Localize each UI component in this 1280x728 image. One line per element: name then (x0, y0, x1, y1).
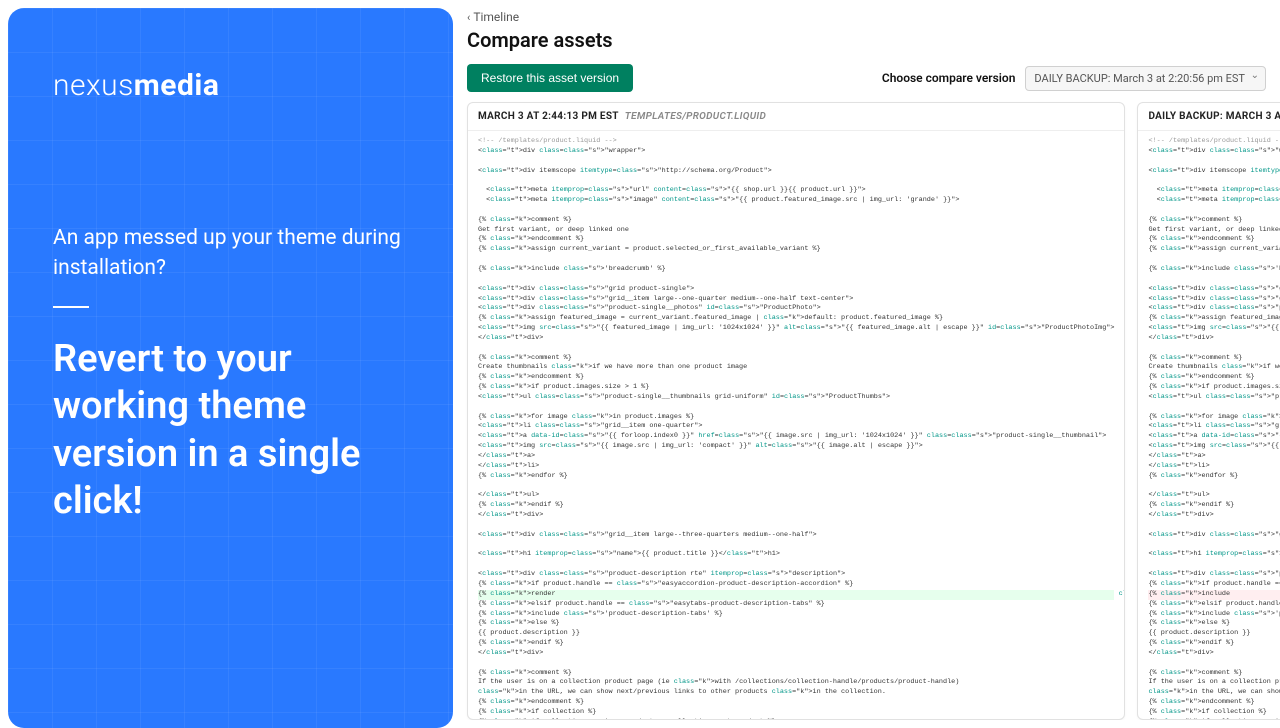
code-right: <!-- /templates/product.liquid --> <clas… (1138, 131, 1280, 719)
toolbar: Restore this asset version Choose compar… (467, 64, 1266, 92)
back-label: Timeline (473, 10, 519, 24)
pane-left-path: TEMPLATES/PRODUCT.LIQUID (625, 111, 766, 122)
pane-left-header: MARCH 3 AT 2:44:13 PM EST TEMPLATES/PROD… (468, 103, 1124, 131)
app-pane: ‹ Timeline Compare assets Restore this a… (461, 0, 1280, 720)
choose-compare-label: Choose compare version (882, 71, 1016, 85)
pane-right: DAILY BACKUP: MARCH 3 AT 2:20:56 PM EST … (1137, 102, 1280, 720)
chevron-left-icon: ‹ (467, 11, 470, 24)
restore-button[interactable]: Restore this asset version (467, 64, 633, 92)
page-title: Compare assets (467, 28, 1266, 52)
promo-subhead: An app messed up your theme during insta… (53, 223, 408, 284)
compare-controls: Choose compare version DAILY BACKUP: Mar… (882, 66, 1266, 91)
back-link[interactable]: ‹ Timeline (467, 10, 1266, 24)
promo-divider (53, 306, 89, 308)
promo-panel: nexusmedia An app messed up your theme d… (8, 8, 453, 728)
pane-left: MARCH 3 AT 2:44:13 PM EST TEMPLATES/PROD… (467, 102, 1125, 720)
code-left: <!-- /templates/product.liquid --> <clas… (468, 131, 1124, 719)
pane-left-timestamp: MARCH 3 AT 2:44:13 PM EST (478, 111, 619, 122)
brand-logo: nexusmedia (53, 68, 408, 103)
promo-headline: Revert to your working theme version in … (53, 336, 408, 526)
pane-right-timestamp: DAILY BACKUP: MARCH 3 AT 2:20:56 PM EST (1148, 111, 1280, 122)
brand-light: nexus (53, 68, 134, 103)
pane-right-header: DAILY BACKUP: MARCH 3 AT 2:20:56 PM EST … (1138, 103, 1280, 131)
diff-panes: MARCH 3 AT 2:44:13 PM EST TEMPLATES/PROD… (467, 102, 1266, 720)
brand-bold: media (134, 68, 220, 103)
compare-version-select[interactable]: DAILY BACKUP: March 3 at 2:20:56 pm EST (1025, 66, 1266, 91)
